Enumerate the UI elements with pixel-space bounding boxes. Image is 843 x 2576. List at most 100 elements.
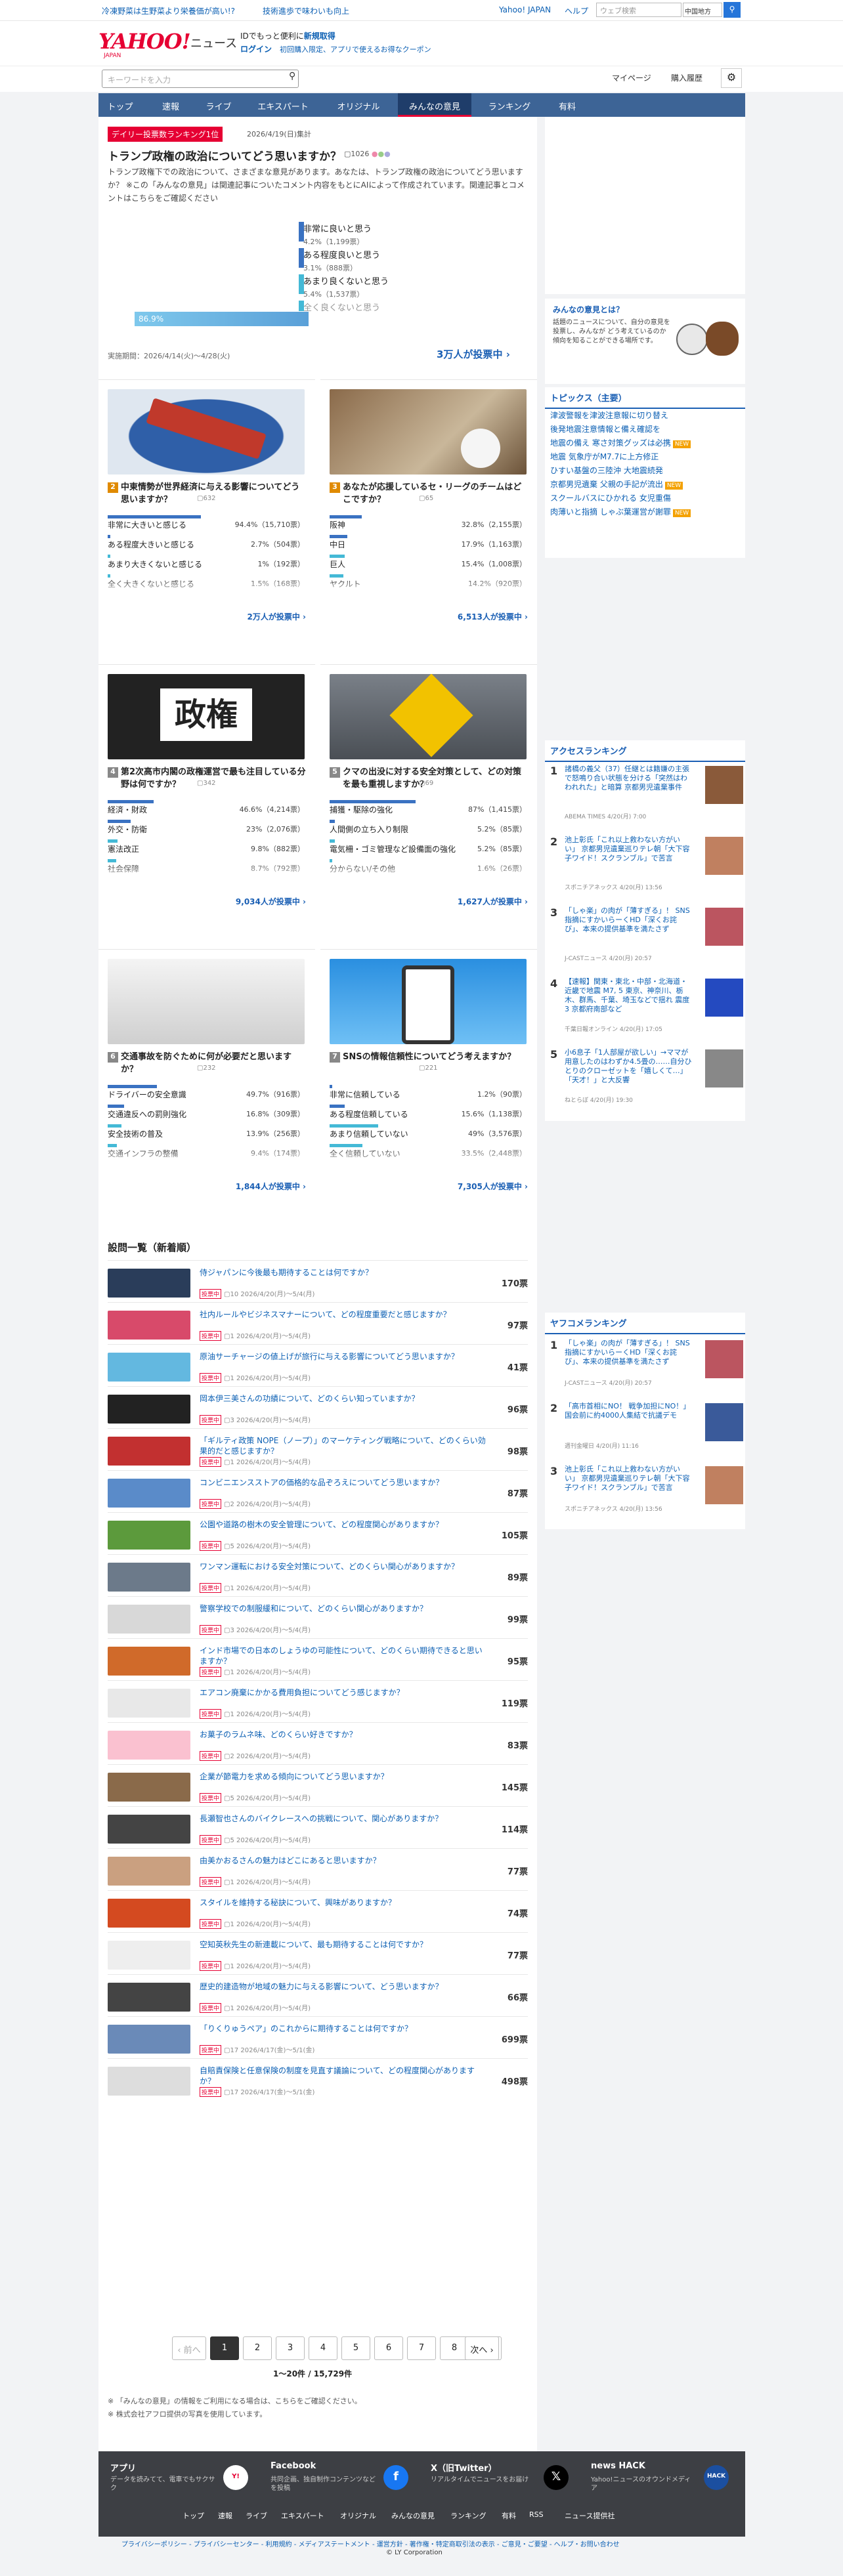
ranking-title[interactable]: 「しゃ楽」の肉が「薄すぎる」！ SNS指摘にすかいらーくHD「深くお詫び」、本来… [565,906,693,934]
ranking-title[interactable]: 「しゃ楽」の肉が「薄すぎる」！ SNS指摘にすかいらーくHD「深くお詫び」、本来… [565,1339,693,1366]
web-search-input[interactable]: ウェブ検索 [596,3,681,17]
footer-nav-link[interactable]: みんなの意見 [391,2510,435,2521]
list-item-title[interactable]: 長瀬智也さんのバイクレースへの挑戦について、関心がありますか？ [200,1813,488,1824]
nav-minna-no-iken[interactable]: みんなの意見 [398,93,471,117]
poll-votes-link[interactable]: 2万人が投票中 › [248,611,306,622]
poll-card-title[interactable]: クマの出没に対する安全対策として、どの対策を最も重視しますか？ [343,766,528,791]
ranking-title[interactable]: 池上彰氏「これ以上救わない方がいい」 京都男児遺棄巡りテレ朝「大下容子ワイド！ス… [565,835,693,863]
footer-hack-title[interactable]: news HACK [591,2461,645,2471]
help-link[interactable]: ヘルプ [565,5,588,16]
list-item[interactable]: コンビニエンスストアの価格的な品ぞろえについてどう思いますか？ 投票中 ▢2 20… [108,1470,528,1513]
nav-breaking[interactable]: 速報 [152,93,189,117]
ranking-item[interactable]: 4 【速報】関東・東北・中部・北海道・近畿で地震 M7, 5 東京、神奈川、栃木… [550,977,743,1043]
poll-card[interactable]: 政権 4 第2次高市内閣の政権運営で最も注目している分野は何ですか？ ▢342 … [98,664,315,946]
list-item[interactable]: 自賠責保険と任意保険の制度を見直す議論について、どの程度関心がありますか？ 投票… [108,2058,528,2101]
footer-nav-link[interactable]: ランキング [450,2510,486,2521]
signup-link[interactable]: 新規取得 [304,32,335,41]
topic-link[interactable]: 地震 気象庁がM7.7に上方修正 [550,451,659,462]
list-item[interactable]: インド市場での日本のしょうゆの可能性について、どのくらい期待できると思いますか？… [108,1638,528,1681]
list-item[interactable]: 岡本伊三美さんの功績について、どのくらい知っていますか？ 投票中 ▢3 2026/… [108,1386,528,1429]
poll-card-title[interactable]: 中東情勢が世界経済に与える影響についてどう思いますか？ [121,481,306,506]
ranking-title[interactable]: 「高市首相にNO！ 戦争加担にNO！」国会前に約4000人集結で抗議デモ [565,1402,693,1420]
poll-votes-link[interactable]: 6,513人が投票中 › [458,611,528,622]
poll-votes-link[interactable]: 1,844人が投票中 › [236,1181,306,1192]
topic-link[interactable]: 後発地震注意情報と備え確認を [550,423,660,434]
poll-card-title[interactable]: 交通事故を防ぐために何が必要だと思いますか？ [121,1051,306,1076]
list-item[interactable]: エアコン廃棄にかかる費用負担についてどう感じますか？ 投票中 ▢1 2026/4/… [108,1680,528,1723]
list-item-title[interactable]: 企業が節電力を求める傾向についてどう思いますか？ [200,1771,488,1782]
list-item[interactable]: 侍ジャパンに今後最も期待することは何ですか？ 投票中 ▢10 2026/4/20(… [108,1260,528,1303]
poll-card[interactable]: 7 SNSの情報信頼性についてどう考えますか？ ▢221 非常に信頼している 1… [320,949,537,1231]
topic-link[interactable]: 地震の備え 寒さ対策グッズは必携 NEW [550,437,691,448]
list-item-title[interactable]: 警察学校での制服緩和について、どのくらい関心がありますか？ [200,1603,488,1614]
list-item[interactable]: 歴史的建造物が地域の魅力に与える影響について、どう思いますか？ 投票中 ▢1 20… [108,1974,528,2017]
search-icon[interactable]: ⚲ [289,71,295,81]
comment-ranking-item[interactable]: 3 池上彰氏「これ以上救わない方がいい」 京都男児遺棄巡りテレ朝「大下容子ワイド… [550,1465,743,1524]
list-item[interactable]: 「りくりゅうペア」のこれからに期待することは何ですか？ 投票中 ▢17 2026/… [108,2016,528,2059]
top-promo-link-1[interactable]: 冷凍野菜は生野菜より栄養価が高い!? [102,5,235,16]
gear-icon[interactable]: ⚙ [721,68,742,88]
pager-next[interactable]: 次へ › [465,2336,499,2360]
list-item[interactable]: 由美かおるさんの魅力はどこにあると思いますか？ 投票中 ▢1 2026/4/20(… [108,1848,528,1891]
comment-ranking-item[interactable]: 2 「高市首相にNO！ 戦争加担にNO！」国会前に約4000人集結で抗議デモ 週… [550,1402,743,1461]
list-item[interactable]: 長瀬智也さんのバイクレースへの挑戦について、関心がありますか？ 投票中 ▢5 20… [108,1806,528,1849]
list-item[interactable]: 「ギルティ政策 NOPE（ノープ）」のマーケティング戦略について、どのくらい効果… [108,1428,528,1471]
login-link[interactable]: ログイン [240,45,272,54]
list-item[interactable]: 原油サーチャージの値上げが旅行に与える影響についてどう思いますか？ 投票中 ▢1 … [108,1344,528,1387]
pager-page[interactable]: 4 [309,2336,337,2360]
poll-card-title[interactable]: SNSの情報信頼性についてどう考えますか？ [343,1051,528,1063]
footer-facebook-title[interactable]: Facebook [270,2461,316,2471]
ranking-title[interactable]: 池上彰氏「これ以上救わない方がいい」 京都男児遺棄巡りテレ朝「大下容子ワイド！ス… [565,1465,693,1492]
topic-link[interactable]: スクールバスにひかれる 女児重傷 [550,492,671,503]
legal-links[interactable]: プライバシーポリシー - プライバシーセンター - 利用規約 - メディアステー… [121,2539,620,2548]
list-item-title[interactable]: エアコン廃棄にかかる費用負担についてどう感じますか？ [200,1687,488,1698]
pager-page[interactable]: 7 [407,2336,436,2360]
list-item-title[interactable]: 社内ルールやビジネスマナーについて、どの程度重要だと感じますか？ [200,1309,488,1320]
comment-ranking-item[interactable]: 1 「しゃ楽」の肉が「薄すぎる」！ SNS指摘にすかいらーくHD「深くお詫び」、… [550,1339,743,1398]
list-item-title[interactable]: 「りくりゅうペア」のこれからに期待することは何ですか？ [200,2023,488,2034]
list-item[interactable]: ワンマン運転における安全対策について、どのくらい関心がありますか？ 投票中 ▢1 … [108,1554,528,1597]
poll-card-title[interactable]: 第2次高市内閣の政権運営で最も注目している分野は何ですか？ [121,766,306,791]
list-item-title[interactable]: 歴史的建造物が地域の魅力に与える影響について、どう思いますか？ [200,1981,488,1992]
nav-expert[interactable]: エキスパート [247,93,319,117]
ranking-item[interactable]: 3 「しゃ楽」の肉が「薄すぎる」！ SNS指摘にすかいらーくHD「深くお詫び」、… [550,906,743,972]
nav-ranking[interactable]: ランキング [478,93,541,117]
poll-card[interactable]: 3 あなたが応援しているセ・リーグのチームはどこですか？ ▢65 阪神 32.8… [320,379,537,662]
list-item-title[interactable]: 自賠責保険と任意保険の制度を見直す議論について、どの程度関心がありますか？ [200,2065,488,2086]
hero-title[interactable]: トランプ政権の政治についてどう思いますか？ [108,147,341,163]
poll-card[interactable]: 2 中東情勢が世界経済に与える影響についてどう思いますか？ ▢632 非常に大き… [98,379,315,662]
poll-card[interactable]: 5 クマの出没に対する安全対策として、どの対策を最も重視しますか？ ▢69 捕獲… [320,664,537,946]
footer-nav-link[interactable]: トップ [183,2510,204,2521]
list-item-title[interactable]: ワンマン運転における安全対策について、どのくらい関心がありますか？ [200,1561,488,1572]
hero-votes-link[interactable]: 3万人が投票中 › [437,347,510,361]
list-item[interactable]: 企業が節電力を求める傾向についてどう思いますか？ 投票中 ▢5 2026/4/20… [108,1764,528,1807]
ranking-title[interactable]: 諸橋の義父（37）任継とは籍嫌の主張で怒鳴り合い状態を分ける「突然はわわれれた」… [565,765,693,792]
ranking-title[interactable]: 【速報】関東・東北・中部・北海道・近畿で地震 M7, 5 東京、神奈川、栃木、群… [565,977,693,1014]
list-item-title[interactable]: 由美かおるさんの魅力はどこにあると思いますか？ [200,1855,488,1866]
mypage-link[interactable]: マイページ [612,72,651,83]
nav-paid[interactable]: 有料 [548,93,587,117]
footer-app-title[interactable]: アプリ [110,2461,136,2474]
list-item[interactable]: スタイルを維持する秘訣について、興味がありますか？ 投票中 ▢1 2026/4/2… [108,1890,528,1933]
footer-nav-link[interactable]: ニュース提供社 [565,2510,615,2521]
footer-nav-link[interactable]: ライブ [246,2510,267,2521]
poll-card[interactable]: 6 交通事故を防ぐために何が必要だと思いますか？ ▢232 ドライバーの安全意識… [98,949,315,1231]
list-item-title[interactable]: 岡本伊三美さんの功績について、どのくらい知っていますか？ [200,1393,488,1404]
app-icon[interactable]: Y! [223,2465,248,2490]
nav-top[interactable]: トップ [98,93,142,117]
footer-nav-link[interactable]: RSS [529,2510,544,2519]
coupon-promo[interactable]: 初回購入限定、アプリで使えるお得なクーポン [280,45,431,54]
footer-nav-link[interactable]: エキスパート [281,2510,324,2521]
region-select[interactable]: 中国地方 [683,3,722,17]
list-item-title[interactable]: コンビニエンスストアの価格的な品ぞろえについてどう思いますか？ [200,1477,488,1488]
list-item-title[interactable]: 「ギルティ政策 NOPE（ノープ）」のマーケティング戦略について、どのくらい効果… [200,1435,488,1456]
pager-page[interactable]: 5 [341,2336,370,2360]
footer-nav-link[interactable]: 有料 [502,2510,516,2521]
list-item[interactable]: 警察学校での制服緩和について、どのくらい関心がありますか？ 投票中 ▢3 2026… [108,1596,528,1639]
list-item[interactable]: 空知英秋先生の新連載について、最も期待することは何ですか？ 投票中 ▢1 2026… [108,1932,528,1975]
pager-page[interactable]: 2 [243,2336,272,2360]
footer-nav-link[interactable]: 速報 [218,2510,232,2521]
pager-page[interactable]: 6 [374,2336,403,2360]
ranking-item[interactable]: 5 小6息子「1人部屋が欲しい」→ママが用意したのはわずか4.5畳の……自分ひと… [550,1048,743,1114]
footer-x-title[interactable]: X（旧Twitter） [431,2461,497,2474]
